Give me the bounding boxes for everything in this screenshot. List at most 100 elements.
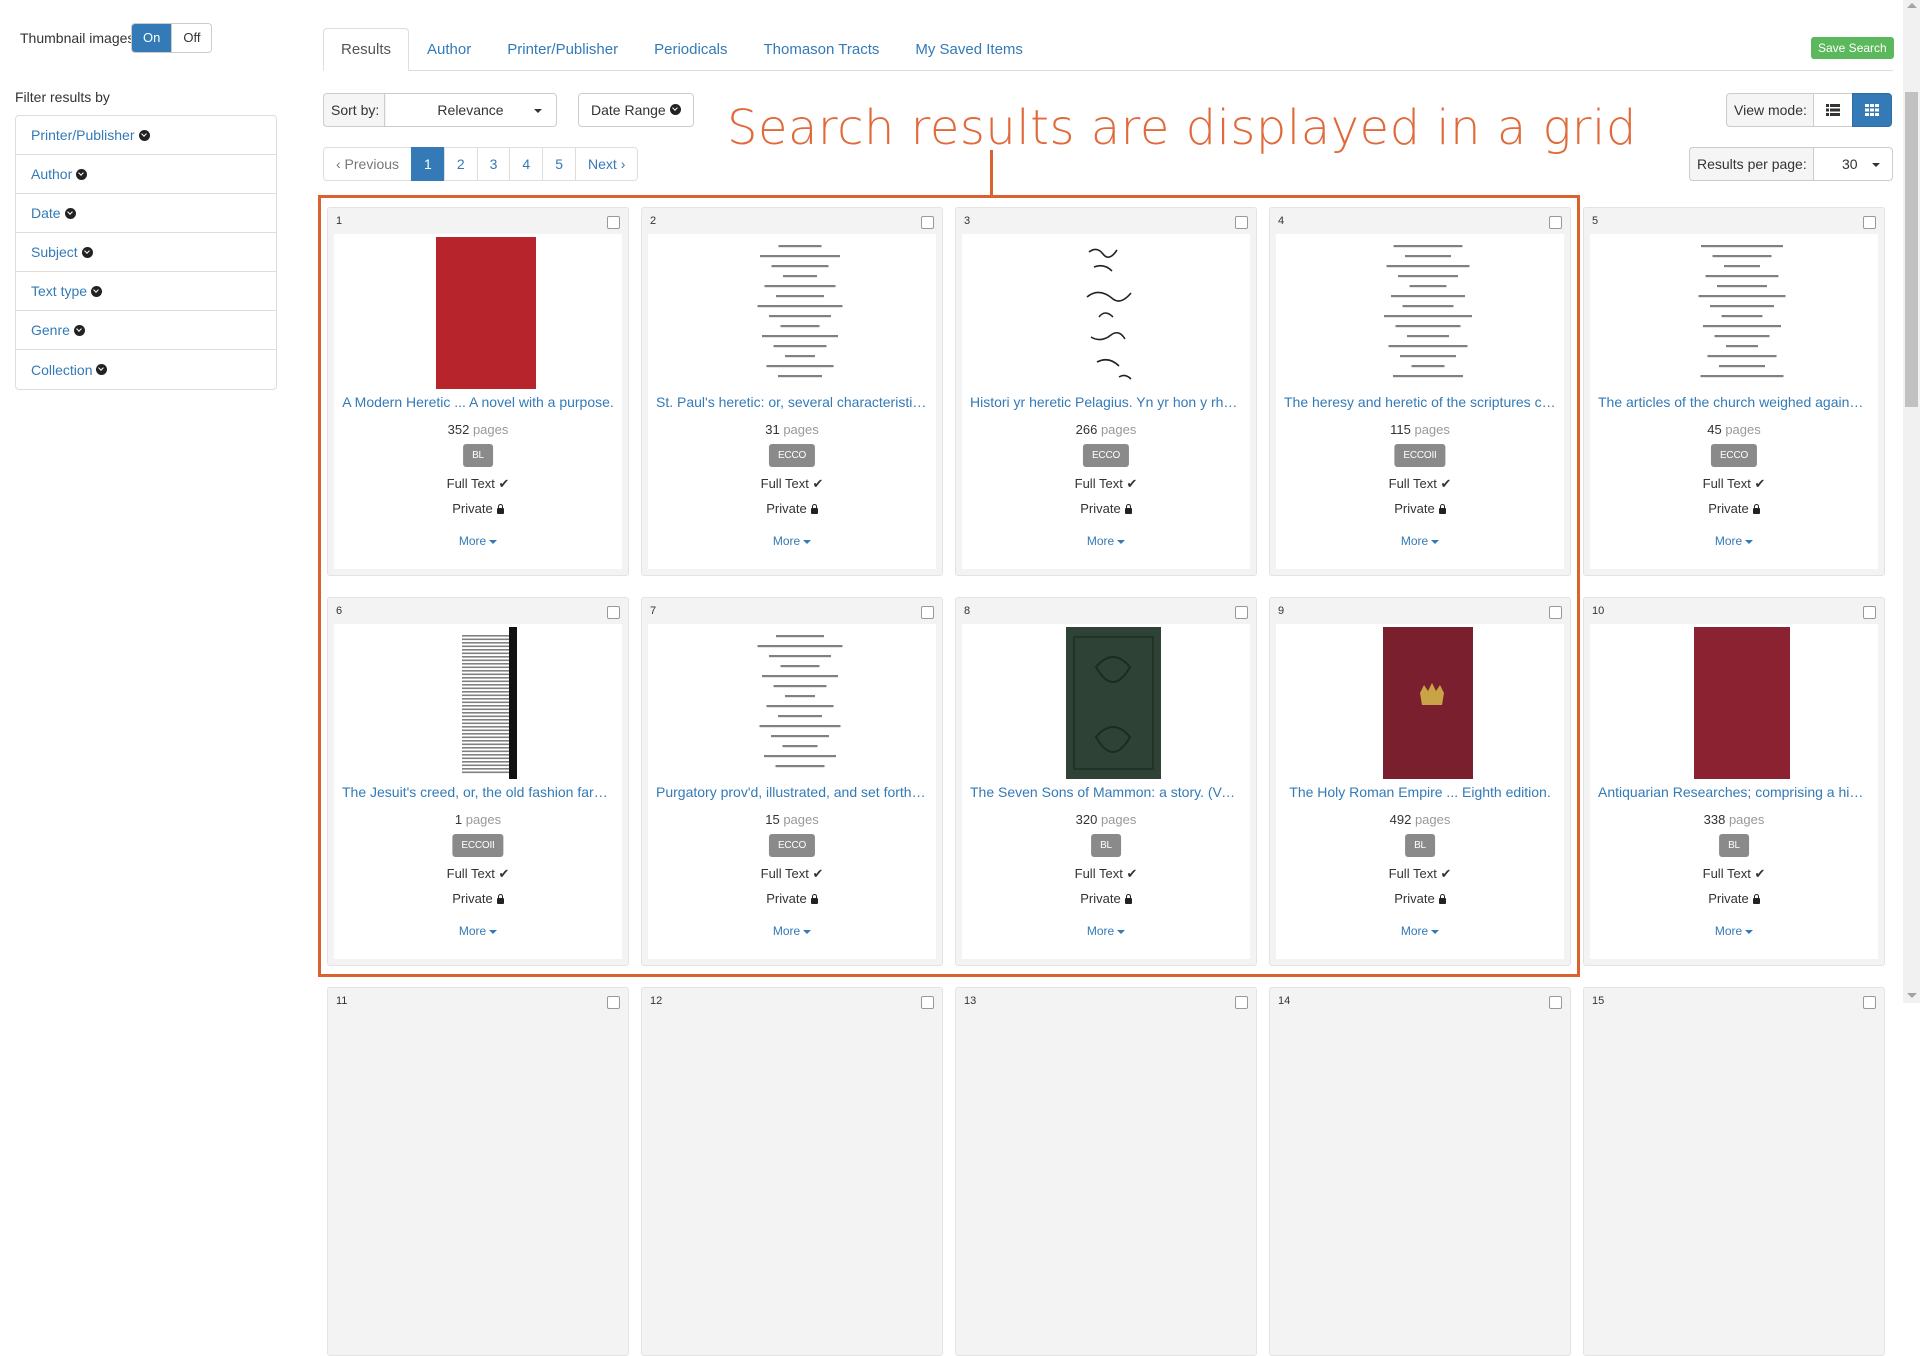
result-card-body: The articles of the church weighed again…: [1590, 234, 1878, 569]
page-count: 338 pages: [1590, 812, 1878, 827]
filter-printer-publisher[interactable]: Printer/Publisher: [16, 116, 276, 155]
result-number: 14: [1278, 995, 1291, 1007]
pages-label: pages: [1728, 812, 1765, 827]
result-number: 10: [1592, 605, 1605, 617]
lock-icon: [1752, 504, 1760, 514]
grid-icon: [1865, 104, 1879, 116]
grid-view-button[interactable]: [1852, 93, 1892, 127]
filter-list: Printer/Publisher Author Date Subject Te…: [15, 115, 277, 390]
select-checkbox[interactable]: [1863, 216, 1876, 229]
results-tabs: Results Author Printer/Publisher Periodi…: [323, 28, 1893, 71]
filter-label: Subject: [31, 244, 78, 260]
next-page-button[interactable]: Next ›: [575, 147, 639, 181]
chevron-down-icon: [81, 246, 93, 258]
sort-by-label: Sort by:: [323, 93, 387, 127]
filter-label: Printer/Publisher: [31, 127, 135, 143]
save-search-button[interactable]: Save Search: [1811, 37, 1894, 59]
thumbnail-off-button[interactable]: Off: [171, 24, 212, 52]
date-range-button[interactable]: Date Range: [578, 93, 694, 127]
page-count-value: 45: [1707, 422, 1722, 437]
result-card: 13: [955, 987, 1257, 1356]
tab-periodicals[interactable]: Periodicals: [636, 28, 745, 71]
tab-thomason-tracts[interactable]: Thomason Tracts: [746, 28, 898, 71]
result-card: 11: [327, 987, 629, 1356]
page-count-value: 338: [1703, 812, 1726, 827]
page-3-button[interactable]: 3: [476, 147, 511, 181]
private-label: Private: [1708, 501, 1749, 516]
filter-date[interactable]: Date: [16, 194, 276, 233]
filter-author[interactable]: Author: [16, 155, 276, 194]
annotation-connector: [990, 150, 993, 196]
tab-printer-publisher[interactable]: Printer/Publisher: [489, 28, 636, 71]
private-indicator: Private: [1590, 891, 1878, 906]
filter-genre[interactable]: Genre: [16, 311, 276, 350]
caret-down-icon: [534, 109, 542, 113]
scrollbar-thumb[interactable]: [1905, 92, 1918, 407]
list-view-button[interactable]: [1813, 93, 1853, 127]
results-per-page-select[interactable]: 30: [1813, 147, 1893, 181]
page-1-button[interactable]: 1: [411, 147, 445, 181]
thumbnail-toggle[interactable]: On Off: [131, 23, 213, 53]
scroll-down-arrow-icon[interactable]: [1907, 993, 1917, 998]
result-card: 10 Antiquarian Researches; comprising a h…: [1583, 597, 1885, 966]
tab-results[interactable]: Results: [323, 28, 410, 71]
results-per-page-label: Results per page:: [1689, 147, 1814, 181]
select-checkbox[interactable]: [1863, 606, 1876, 619]
result-number: 5: [1592, 215, 1599, 227]
list-icon: [1826, 104, 1840, 116]
more-label: More: [1714, 534, 1743, 548]
scroll-up-arrow-icon[interactable]: [1907, 3, 1917, 8]
more-label: More: [1714, 924, 1743, 938]
thumbnail-link[interactable]: [1666, 627, 1817, 779]
tab-author[interactable]: Author: [409, 28, 489, 71]
checkmark-icon: ✔: [1754, 866, 1766, 881]
thumbnail-on-button[interactable]: On: [132, 24, 172, 52]
page-count: 45 pages: [1590, 422, 1878, 437]
result-card: 12: [641, 987, 943, 1356]
filter-text-type[interactable]: Text type: [16, 272, 276, 311]
result-title-link[interactable]: Antiquarian Researches; comprising a his…: [1598, 784, 1870, 800]
chevron-down-icon: [91, 285, 103, 297]
caret-down-icon: [1872, 163, 1880, 167]
filter-title: Filter results by: [15, 89, 110, 105]
result-number: 15: [1592, 995, 1605, 1007]
chevron-down-icon: [96, 364, 108, 375]
sort-select[interactable]: Relevance: [384, 93, 557, 127]
full-text-indicator: Full Text ✔: [1590, 866, 1878, 882]
thumbnail-link[interactable]: [1666, 237, 1817, 389]
sort-value: Relevance: [437, 102, 504, 118]
pagination: ‹ Previous 1 2 3 4 5 Next ›: [323, 147, 639, 181]
source-badge: ECCO: [1710, 444, 1758, 467]
tab-my-saved-items[interactable]: My Saved Items: [897, 28, 1041, 71]
private-indicator: Private: [1590, 501, 1878, 516]
more-dropdown[interactable]: More: [1590, 924, 1878, 938]
view-mode-label: View mode:: [1726, 93, 1814, 127]
result-number: 11: [336, 995, 348, 1007]
page-4-button[interactable]: 4: [509, 147, 544, 181]
filter-subject[interactable]: Subject: [16, 233, 276, 272]
source-badge: BL: [1719, 834, 1749, 857]
pages-label: pages: [1725, 422, 1761, 437]
annotation-callout: Search results are displayed in a grid: [727, 100, 1637, 156]
chevron-down-icon: [76, 168, 88, 180]
annotation-highlight-box: [318, 195, 1580, 977]
result-card: 5 The articles of the church weighed agai…: [1583, 207, 1885, 576]
more-dropdown[interactable]: More: [1590, 534, 1878, 548]
full-text-indicator: Full Text ✔: [1590, 476, 1878, 492]
result-title-link[interactable]: The articles of the church weighed again…: [1598, 394, 1870, 410]
chevron-down-icon: [138, 129, 150, 141]
previous-page-button[interactable]: ‹ Previous: [323, 147, 413, 181]
result-card: 14: [1269, 987, 1571, 1356]
page-5-button[interactable]: 5: [542, 147, 577, 181]
book-cover-image: [1693, 627, 1790, 779]
lock-icon: [1752, 894, 1760, 904]
result-number: 13: [964, 995, 977, 1007]
chevron-down-icon: [669, 104, 681, 115]
filter-label: Genre: [31, 322, 70, 338]
filter-label: Date: [31, 205, 61, 221]
chevron-down-icon: [73, 324, 85, 336]
filter-collection[interactable]: Collection: [16, 350, 276, 389]
page-2-button[interactable]: 2: [443, 147, 478, 181]
full-text-label: Full Text: [1702, 866, 1751, 881]
full-text-label: Full Text: [1702, 476, 1751, 491]
